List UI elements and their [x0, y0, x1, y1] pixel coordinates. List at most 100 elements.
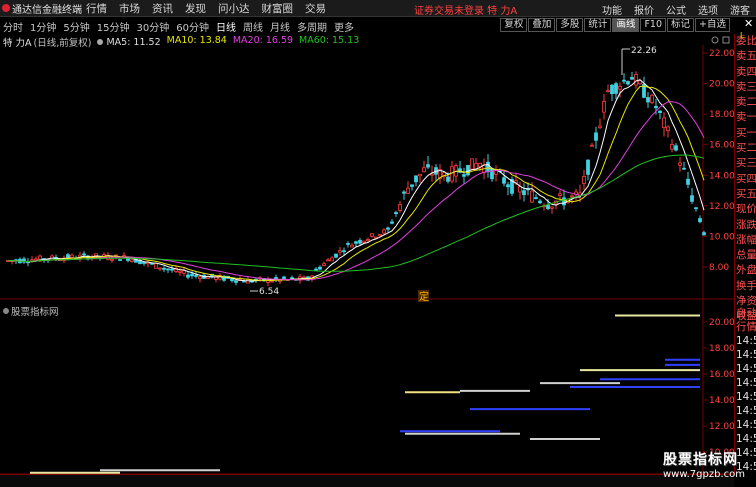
- candle-body: [470, 158, 474, 170]
- quote-row[interactable]: 涨幅: [735, 233, 756, 248]
- candle-body: [698, 218, 702, 223]
- ma10-line: [7, 85, 705, 282]
- candle-body: [410, 184, 414, 187]
- quote-row[interactable]: 外盘: [735, 263, 756, 278]
- candle-body: [290, 277, 294, 280]
- quote-row[interactable]: 现价: [735, 202, 756, 217]
- candle-body: [234, 280, 238, 283]
- candle-body: [190, 273, 194, 277]
- candle-body: [630, 77, 634, 80]
- candle-body: [558, 193, 562, 196]
- candle-body: [462, 174, 466, 177]
- mark-label: 定: [419, 290, 429, 303]
- candle-body: [346, 243, 350, 245]
- candle-body: [446, 176, 450, 182]
- tick-row[interactable]: 14:5: [735, 390, 756, 404]
- price-tick-label: 18.00: [709, 110, 734, 120]
- quote-row[interactable]: 卖二: [735, 95, 756, 110]
- candle-body: [382, 229, 386, 234]
- candle-body: [650, 94, 654, 103]
- candle-body: [582, 176, 586, 184]
- candle-body: [490, 168, 494, 180]
- candle-body: [478, 163, 482, 168]
- candle-body: [182, 270, 186, 274]
- quote-row[interactable]: 买四: [735, 172, 756, 187]
- candle-body: [118, 259, 122, 261]
- candle-body: [666, 126, 670, 132]
- indicator-tick-label: 12.00: [709, 422, 734, 432]
- quote-row[interactable]: 买二: [735, 141, 756, 156]
- low-label: 6.54: [259, 287, 279, 297]
- tick-row[interactable]: 14:5: [735, 432, 756, 446]
- candle-body: [82, 253, 86, 256]
- quote-row[interactable]: 卖三: [735, 80, 756, 95]
- candle-body: [686, 178, 690, 185]
- tick-row[interactable]: 14:5: [735, 348, 756, 362]
- candle-body: [354, 241, 358, 244]
- candle-body: [186, 274, 190, 278]
- quote-row[interactable]: 买一: [735, 126, 756, 141]
- quote-row[interactable]: 卖四: [735, 65, 756, 80]
- candle-body: [358, 240, 362, 244]
- price-tick-label: 8.00: [709, 263, 729, 273]
- high-label: 22.26: [631, 46, 657, 56]
- quote-row[interactable]: 卖五: [735, 49, 756, 64]
- quote-row[interactable]: 涨跌: [735, 218, 756, 233]
- tick-row[interactable]: 行情: [735, 320, 756, 334]
- candle-body: [702, 232, 706, 236]
- candle-body: [390, 221, 394, 224]
- level-indicator: L: [740, 31, 745, 40]
- candle-body: [338, 250, 342, 253]
- tick-row[interactable]: 14:5: [735, 334, 756, 348]
- maximize-icon[interactable]: [722, 36, 730, 44]
- candle-body: [626, 81, 630, 85]
- price-tick-label: 10.00: [709, 232, 734, 242]
- watermark-url: www.7gpzb.com: [663, 469, 745, 480]
- tick-row[interactable]: 14:5: [735, 362, 756, 376]
- candle-body: [546, 204, 550, 209]
- candle-body: [426, 164, 430, 168]
- quote-row[interactable]: 总量: [735, 248, 756, 263]
- candle-body: [326, 259, 330, 262]
- quote-row[interactable]: 换手: [735, 279, 756, 294]
- candle-body: [402, 191, 406, 194]
- indicator-lines: [30, 314, 700, 485]
- candle-body: [606, 90, 610, 93]
- price-tick-label: 12.00: [709, 202, 734, 212]
- tick-row[interactable]: 自动: [735, 306, 756, 320]
- candle-body: [694, 207, 698, 210]
- quote-row[interactable]: 委比: [735, 34, 756, 49]
- candle-body: [634, 74, 638, 86]
- candle-body: [518, 186, 522, 193]
- quote-row[interactable]: 卖一: [735, 110, 756, 125]
- candle-body: [370, 233, 374, 237]
- candle-body: [610, 84, 614, 95]
- candle-body: [366, 239, 370, 242]
- candle-body: [670, 144, 674, 150]
- candle-body: [506, 184, 510, 188]
- candle-body: [170, 268, 174, 271]
- candle-body: [682, 167, 686, 170]
- close-icon[interactable]: ✕: [744, 17, 753, 30]
- quote-row[interactable]: 买三: [735, 156, 756, 171]
- price-tick-label: 22.00: [709, 49, 734, 59]
- candle-body: [622, 79, 626, 82]
- candle-body: [690, 195, 694, 202]
- kline-chart[interactable]: 22.0020.0018.0016.0014.0012.0010.008.00 …: [0, 0, 734, 487]
- chart-settings-icon[interactable]: [711, 36, 719, 44]
- quote-row[interactable]: 买五: [735, 187, 756, 202]
- candle-body: [378, 234, 382, 237]
- tick-row[interactable]: 14:5: [735, 418, 756, 432]
- candle-body: [654, 105, 658, 109]
- indicator-settings-icon[interactable]: [3, 308, 9, 314]
- indicator-tick-label: 18.00: [709, 344, 734, 354]
- candle-body: [466, 164, 470, 176]
- candle-body: [530, 190, 534, 203]
- indicator-title: 股票指标网: [3, 304, 59, 318]
- candle-body: [618, 85, 622, 90]
- candle-body: [362, 240, 366, 243]
- tick-row[interactable]: 14:5: [735, 376, 756, 390]
- candle-body: [474, 163, 478, 169]
- tick-row[interactable]: 14:5: [735, 404, 756, 418]
- candle-body: [142, 262, 146, 264]
